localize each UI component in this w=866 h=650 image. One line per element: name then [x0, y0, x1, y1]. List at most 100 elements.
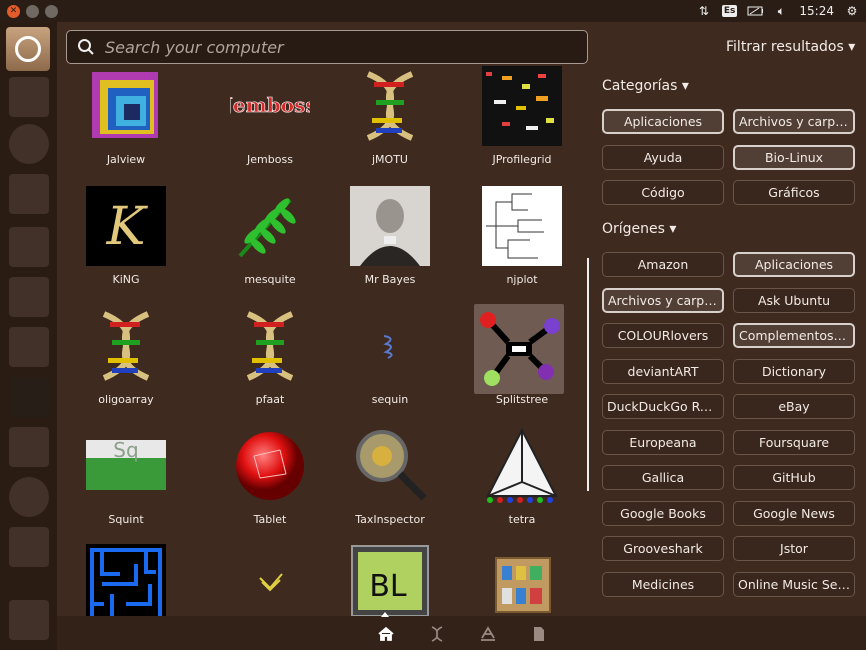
jprofilegrid-icon: [482, 66, 562, 146]
maze-icon: [86, 544, 166, 616]
app-splitstree[interactable]: Splitstree: [462, 304, 582, 418]
filter-button[interactable]: Archivos y carpetas: [602, 287, 724, 313]
filter-button[interactable]: Ask Ubuntu: [733, 287, 855, 313]
workspace-launcher-icon[interactable]: [9, 527, 49, 567]
clock[interactable]: 15:24: [799, 4, 834, 18]
search-icon: [78, 39, 94, 55]
filter-button[interactable]: Código: [602, 180, 724, 205]
app-oligoarray[interactable]: oligoarray: [66, 306, 186, 418]
settings-launcher-icon[interactable]: [9, 477, 49, 517]
filter-button[interactable]: Jstor: [733, 536, 855, 561]
app-mesquite[interactable]: mesquite: [210, 186, 330, 298]
app-jemboss[interactable]: Jemboss Jemboss: [210, 66, 330, 178]
mail-launcher-icon[interactable]: [9, 174, 49, 214]
keyboard-layout-indicator[interactable]: Es: [721, 5, 738, 17]
app-jmotu[interactable]: jMOTU: [330, 66, 450, 178]
home-lens-icon[interactable]: [378, 626, 394, 642]
apps-lens-icon[interactable]: [480, 626, 496, 642]
filter-button[interactable]: eBay: [733, 394, 855, 419]
jalview-icon: [92, 72, 158, 138]
filter-button[interactable]: GitHub: [733, 465, 855, 490]
filter-button[interactable]: Medicines: [602, 571, 724, 597]
filter-button[interactable]: Grooveshark: [602, 536, 724, 561]
files-launcher-icon[interactable]: [9, 77, 49, 117]
filter-button[interactable]: Ayuda: [602, 144, 724, 170]
app-bio-linux[interactable]: BL: [330, 544, 450, 616]
filter-button[interactable]: Europeana: [602, 429, 724, 455]
mesquite-icon: [238, 198, 296, 258]
filter-button[interactable]: Archivos y carpetas: [733, 109, 855, 134]
close-window-button[interactable]: ✕: [7, 4, 20, 18]
calc-launcher-icon[interactable]: [9, 277, 49, 317]
app-label: TaxInspector: [355, 513, 425, 526]
filter-button[interactable]: Google Books: [602, 500, 724, 526]
app-tablet[interactable]: Tablet: [210, 426, 330, 538]
search-box[interactable]: [66, 30, 588, 64]
filter-button[interactable]: deviantART: [602, 358, 724, 384]
top-panel: ✕ ⇅ Es 🔈︎ 15:24 ⚙: [0, 0, 866, 22]
king-icon: K: [86, 186, 166, 266]
app-cabinet[interactable]: [462, 544, 582, 616]
tree-icon: [482, 186, 562, 266]
terminal-launcher-icon[interactable]: [9, 377, 49, 417]
filter-button[interactable]: Gallica: [602, 465, 724, 490]
software-center-launcher-icon[interactable]: [9, 427, 49, 467]
app-mr-bayes[interactable]: Mr Bayes: [330, 186, 450, 298]
svg-text:BL: BL: [369, 569, 407, 604]
files-lens-icon[interactable]: [531, 626, 547, 642]
svg-text:Sq: Sq: [113, 438, 138, 462]
filter-button[interactable]: Online Music Sea...: [733, 571, 855, 597]
filter-button[interactable]: Dictionary: [733, 358, 855, 384]
app-label: sequin: [371, 393, 409, 406]
dash-home-button[interactable]: [6, 27, 50, 71]
dna-icon: [102, 311, 150, 381]
filter-button[interactable]: Amazon: [602, 252, 724, 277]
app-king[interactable]: K KiNG: [66, 186, 186, 298]
squint-icon: Sq: [86, 438, 166, 490]
battery-icon[interactable]: [747, 3, 764, 19]
svg-text:Jemboss: Jemboss: [230, 93, 310, 117]
maximize-window-button[interactable]: [45, 4, 58, 18]
trash-launcher-icon[interactable]: [9, 600, 49, 640]
filter-button[interactable]: Bio-Linux: [733, 144, 855, 170]
dna-lens-icon[interactable]: [429, 626, 445, 642]
app-maze[interactable]: [66, 544, 186, 616]
app-label: Jalview: [106, 153, 146, 166]
network-icon[interactable]: ⇅: [696, 3, 712, 19]
categories-heading[interactable]: Categorías ▾: [602, 78, 689, 94]
writer-launcher-icon[interactable]: [9, 227, 49, 267]
app-njplot[interactable]: njplot: [462, 186, 582, 298]
filter-button[interactable]: Aplicaciones: [602, 109, 724, 134]
app-jprofilegrid[interactable]: JProfilegrid: [462, 66, 582, 178]
filter-button[interactable]: DuckDuckGo Rel...: [602, 394, 724, 419]
gear-icon[interactable]: ⚙: [844, 3, 860, 19]
firefox-launcher-icon[interactable]: [9, 124, 49, 164]
filter-button[interactable]: COLOURlovers: [602, 323, 724, 348]
impress-launcher-icon[interactable]: [9, 327, 49, 367]
app-label: KiNG: [112, 273, 140, 286]
app-squint[interactable]: Sq Squint: [66, 426, 186, 538]
taxinspector-icon: [356, 430, 427, 501]
filter-results-toggle[interactable]: Filtrar resultados ▾: [726, 39, 855, 55]
tetra-icon: [486, 427, 558, 503]
app-sequin[interactable]: sequin: [330, 306, 450, 418]
filter-button[interactable]: Gráficos: [733, 180, 855, 205]
minimize-window-button[interactable]: [26, 4, 39, 18]
app-grid: Jalview Jemboss Jemboss jMOTU JProfilegr…: [66, 66, 586, 616]
origins-heading[interactable]: Orígenes ▾: [602, 221, 676, 237]
filter-button[interactable]: Complementos d...: [733, 323, 855, 348]
mrbayes-portrait-icon: [350, 186, 430, 266]
app-taxinspector[interactable]: TaxInspector: [330, 426, 450, 538]
grid-scrollbar[interactable]: [587, 258, 589, 491]
filter-button[interactable]: Aplicaciones: [733, 252, 855, 277]
app-tetra[interactable]: tetra: [462, 426, 582, 538]
app-pfaat[interactable]: pfaat: [210, 306, 330, 418]
volume-icon[interactable]: 🔈︎: [773, 3, 789, 19]
search-input[interactable]: [103, 36, 557, 58]
app-chevron[interactable]: [210, 544, 330, 616]
filter-button[interactable]: Foursquare: [733, 429, 855, 455]
app-label: tetra: [508, 513, 536, 526]
jemboss-icon: Jemboss: [230, 93, 310, 118]
app-jalview[interactable]: Jalview: [66, 66, 186, 178]
filter-button[interactable]: Google News: [733, 500, 855, 526]
